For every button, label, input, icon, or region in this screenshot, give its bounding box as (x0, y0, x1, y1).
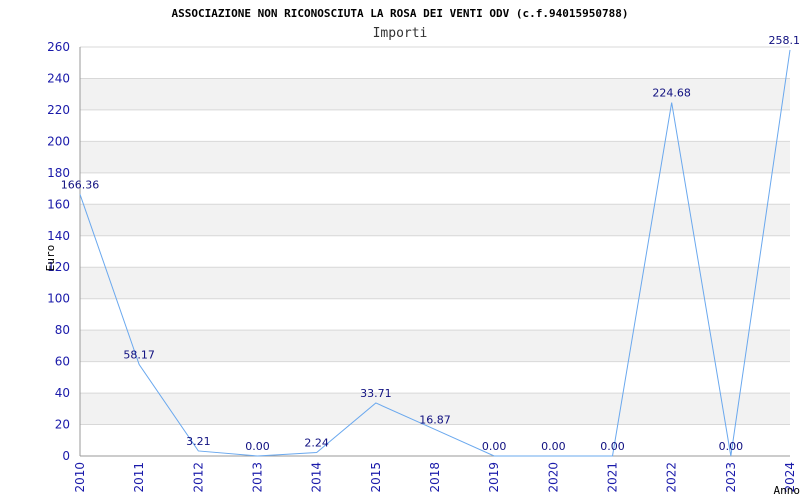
y-tick-label: 240 (47, 71, 70, 85)
y-tick-label: 260 (47, 40, 70, 54)
y-tick-label: 20 (55, 418, 70, 432)
y-tick-label: 100 (47, 292, 70, 306)
y-tick-label: 220 (47, 103, 70, 117)
x-axis-title: Anno (774, 484, 800, 497)
y-tick-label: 40 (55, 386, 70, 400)
x-tick-label: 2012 (191, 462, 205, 493)
data-label: 0.00 (245, 440, 270, 453)
grid-band (80, 141, 790, 173)
data-label: 0.00 (482, 440, 507, 453)
background-bands (80, 78, 790, 425)
x-tick-label: 2010 (73, 462, 87, 493)
x-tick-label: 2011 (132, 462, 146, 493)
data-label: 16.87 (419, 413, 451, 426)
chart-subtitle: Importi (373, 26, 428, 41)
data-label: 258.1 (769, 34, 800, 47)
x-tick-label: 2023 (724, 462, 738, 493)
y-tick-label: 200 (47, 134, 70, 148)
x-tick-label: 2021 (606, 462, 620, 493)
data-label: 166.36 (61, 178, 100, 191)
y-tick-label: 60 (55, 355, 70, 369)
data-label: 0.00 (719, 440, 744, 453)
data-label: 224.68 (652, 87, 691, 100)
x-tick-label: 2018 (428, 462, 442, 493)
y-tick-label: 160 (47, 197, 70, 211)
data-label: 33.71 (360, 387, 392, 400)
data-label: 0.00 (541, 440, 566, 453)
x-tick-label: 2013 (251, 462, 265, 493)
line-chart: 020406080100120140160180200220240260 201… (44, 7, 800, 497)
x-tick-label: 2020 (546, 462, 560, 493)
x-tick-label: 2022 (665, 462, 679, 493)
data-label: 3.21 (186, 435, 211, 448)
data-label: 58.17 (123, 348, 155, 361)
x-tick-label: 2014 (310, 462, 324, 493)
grid-band (80, 330, 790, 362)
y-tick-label: 0 (62, 449, 70, 463)
x-tick-label: 2019 (487, 462, 501, 493)
chart-title: ASSOCIAZIONE NON RICONOSCIUTA LA ROSA DE… (172, 7, 629, 20)
y-axis-title: Euro (44, 245, 57, 272)
y-tick-label: 80 (55, 323, 70, 337)
x-tick-label: 2015 (369, 462, 383, 493)
x-tick-labels: 2010 2011 2012 2013 2014 2015 2018 2019 2020 2021… (73, 462, 797, 493)
grid-band (80, 204, 790, 236)
y-tick-label: 140 (47, 229, 70, 243)
data-label: 2.24 (304, 436, 329, 449)
data-label: 0.00 (600, 440, 625, 453)
grid-band (80, 267, 790, 299)
